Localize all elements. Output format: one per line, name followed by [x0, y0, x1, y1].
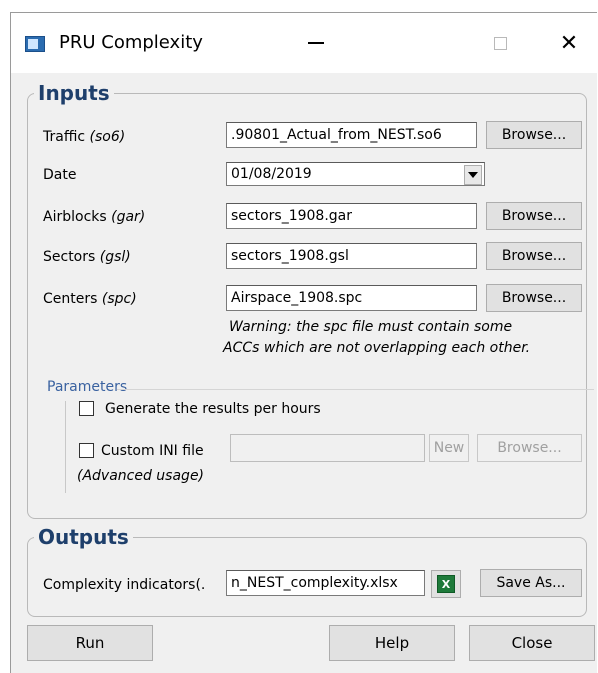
chevron-down-icon	[468, 172, 478, 178]
minimize-icon	[308, 42, 324, 44]
parameters-divider	[117, 389, 594, 390]
centers-browse-button[interactable]: Browse...	[486, 284, 582, 312]
parameters-left-border	[65, 401, 66, 493]
custom-ini-checkbox[interactable]	[79, 443, 94, 458]
excel-icon: X	[437, 575, 455, 593]
maximize-icon	[493, 36, 507, 50]
centers-label: Centers (spc)	[43, 291, 137, 307]
close-icon: ✕	[559, 30, 579, 56]
date-value: 01/08/2019	[231, 166, 312, 182]
airblocks-file-input[interactable]: sectors_1908.gar	[226, 203, 477, 229]
open-excel-button[interactable]: X	[431, 570, 461, 598]
date-dropdown-button[interactable]	[464, 165, 482, 185]
maximize-button	[477, 25, 523, 61]
per-hours-checkbox[interactable]	[79, 401, 94, 416]
per-hours-label[interactable]: Generate the results per hours	[105, 401, 321, 417]
spc-warning-line-2: ACCs which are not overlapping each othe…	[223, 340, 531, 356]
close-window-button[interactable]: ✕	[546, 25, 592, 61]
date-label: Date	[43, 167, 77, 183]
date-picker[interactable]: 01/08/2019	[226, 162, 485, 186]
centers-file-input[interactable]: Airspace_1908.spc	[226, 285, 477, 311]
sectors-browse-button[interactable]: Browse...	[486, 242, 582, 270]
minimize-button[interactable]	[293, 25, 339, 61]
airblocks-label: Airblocks (gar)	[43, 209, 146, 225]
close-button[interactable]: Close	[469, 625, 595, 661]
complexity-indicators-label: Complexity indicators(.	[43, 577, 206, 593]
traffic-file-input[interactable]: .90801_Actual_from_NEST.so6	[226, 122, 477, 148]
sectors-file-input[interactable]: sectors_1908.gsl	[226, 243, 477, 269]
pru-complexity-window: PRU Complexity ✕ Inputs Traffic (so6) .9…	[10, 12, 597, 673]
custom-ini-input[interactable]	[230, 434, 425, 462]
advanced-usage-note: (Advanced usage)	[77, 468, 205, 484]
spc-warning-line-1: Warning: the spc file must contain some	[229, 319, 513, 335]
window-title: PRU Complexity	[59, 32, 203, 53]
parameters-label: Parameters	[47, 379, 128, 395]
title-bar: PRU Complexity ✕	[11, 13, 597, 73]
complexity-output-input[interactable]: n_NEST_complexity.xlsx	[226, 570, 425, 596]
traffic-browse-button[interactable]: Browse...	[486, 121, 582, 149]
outputs-legend: Outputs	[38, 525, 129, 549]
traffic-label: Traffic (so6)	[43, 129, 126, 145]
run-button[interactable]: Run	[27, 625, 153, 661]
airblocks-browse-button[interactable]: Browse...	[486, 202, 582, 230]
help-button[interactable]: Help	[329, 625, 455, 661]
custom-ini-label[interactable]: Custom INI file	[101, 443, 204, 459]
inputs-legend: Inputs	[38, 81, 110, 105]
app-icon	[25, 36, 45, 52]
sectors-label: Sectors (gsl)	[43, 249, 131, 265]
custom-ini-browse-button[interactable]: Browse...	[477, 434, 582, 462]
save-as-button[interactable]: Save As...	[480, 569, 582, 597]
custom-ini-new-button[interactable]: New	[429, 434, 469, 462]
